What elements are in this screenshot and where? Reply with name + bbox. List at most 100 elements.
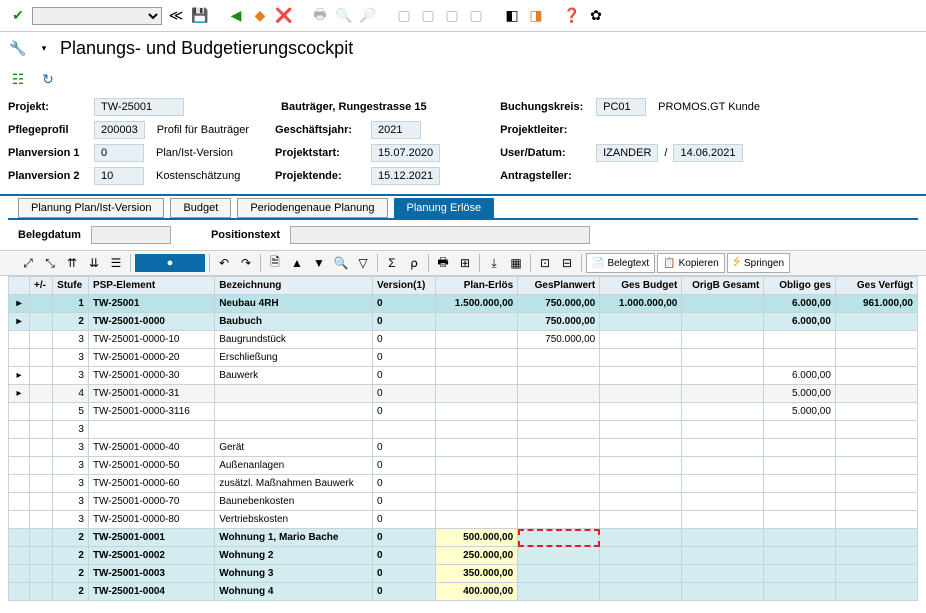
cell-planerloes[interactable]: 250.000,00 (436, 547, 518, 565)
projektstart-value[interactable]: 15.07.2020 (371, 144, 440, 162)
belegdatum-input[interactable] (91, 226, 171, 244)
print-icon[interactable]: 🖶 (310, 6, 330, 26)
find-next-icon[interactable]: 🔎 (358, 6, 378, 26)
table-row[interactable]: 3TW-25001-0000-10Baugrundstück0750.000,0… (9, 331, 918, 349)
datum-value[interactable]: 14.06.2021 (673, 144, 742, 162)
layout-icon[interactable]: ⊡ (535, 253, 555, 273)
cell-exp[interactable]: ▸ (9, 385, 30, 403)
positionstext-input[interactable] (290, 226, 590, 244)
table-row[interactable]: ▸2TW-25001-0000Baubuch0750.000,006.000,0… (9, 313, 918, 331)
cell-planerloes[interactable]: 350.000,00 (436, 565, 518, 583)
find-grid-icon[interactable]: 🔍 (331, 253, 351, 273)
bukrs-value[interactable]: PC01 (596, 98, 646, 116)
table-row[interactable]: 5TW-25001-0000-311605.000,00 (9, 403, 918, 421)
cell-planerloes[interactable] (436, 457, 518, 475)
export-icon[interactable]: ⤓ (484, 253, 504, 273)
cell-planerloes[interactable] (436, 475, 518, 493)
projekt-value[interactable]: TW-25001 (94, 98, 184, 116)
session4-icon[interactable]: ▢ (466, 6, 486, 26)
cell-planerloes[interactable]: 400.000,00 (436, 583, 518, 601)
table-row[interactable]: 3TW-25001-0000-40Gerät0 (9, 439, 918, 457)
cell-planerloes[interactable] (436, 331, 518, 349)
cell-planerloes[interactable] (436, 349, 518, 367)
col-gesbudget[interactable]: Ges Budget (600, 277, 682, 295)
undo-icon[interactable]: ↶ (214, 253, 234, 273)
pflegeprofil-value[interactable]: 200003 (94, 121, 145, 139)
col-origb[interactable]: OrigB Gesamt (682, 277, 764, 295)
table-row[interactable]: 2TW-25001-0002Wohnung 20250.000,00 (9, 547, 918, 565)
print-grid-icon[interactable]: 🖶 (433, 253, 453, 273)
object-icon[interactable]: 🔧 (8, 39, 28, 59)
cell-planerloes[interactable] (436, 313, 518, 331)
filter-icon[interactable]: ▽ (353, 253, 373, 273)
save-icon[interactable]: 💾 (190, 6, 210, 26)
cell-exp[interactable]: ▸ (9, 313, 30, 331)
find-icon[interactable]: 🔍 (334, 6, 354, 26)
table-row[interactable]: 3TW-25001-0000-70Baunebenkosten0 (9, 493, 918, 511)
table-row[interactable]: 3TW-25001-0000-60zusätzl. Maßnahmen Bauw… (9, 475, 918, 493)
col-pm[interactable]: +/- (30, 277, 53, 295)
col-expand[interactable] (9, 277, 30, 295)
cell-planerloes[interactable] (436, 403, 518, 421)
col-bez[interactable]: Bezeichnung (215, 277, 373, 295)
table-row[interactable]: 2TW-25001-0004Wohnung 40400.000,00 (9, 583, 918, 601)
springen-button[interactable]: ⭍Springen (727, 253, 790, 273)
table-row[interactable]: 2TW-25001-0003Wohnung 30350.000,00 (9, 565, 918, 583)
redo-icon[interactable]: ↷ (236, 253, 256, 273)
sum-icon[interactable]: Σ (382, 253, 402, 273)
cancel-icon[interactable]: ❌ (274, 6, 294, 26)
table-row[interactable]: 3TW-25001-0000-80Vertriebskosten0 (9, 511, 918, 529)
tree-ctrl2-icon[interactable]: ⇊ (84, 253, 104, 273)
record-indicator[interactable]: ● (135, 254, 205, 272)
col-version[interactable]: Version(1) (373, 277, 436, 295)
cell-exp[interactable]: ▸ (9, 367, 30, 385)
cell-planerloes[interactable] (436, 439, 518, 457)
help-icon[interactable]: ❓ (562, 6, 582, 26)
settings-icon[interactable]: ✿ (586, 6, 606, 26)
back-icon[interactable]: ≪ (166, 6, 186, 26)
cell-planerloes[interactable] (436, 421, 518, 439)
shortcut2-icon[interactable]: ◨ (526, 6, 546, 26)
cell-planerloes[interactable] (436, 367, 518, 385)
refresh-icon[interactable]: ↻ (38, 69, 58, 89)
planversion2-value[interactable]: 10 (94, 167, 144, 185)
sort-desc-icon[interactable]: ▼ (309, 253, 329, 273)
session1-icon[interactable]: ▢ (394, 6, 414, 26)
col-gesplanwert[interactable]: GesPlanwert (518, 277, 600, 295)
cell-planerloes[interactable]: 1.500.000,00 (436, 295, 518, 313)
tab-plan-ist[interactable]: Planung Plan/Ist-Version (18, 198, 164, 218)
col-psp[interactable]: PSP-Element (88, 277, 214, 295)
planversion1-value[interactable]: 0 (94, 144, 144, 162)
sort-asc-icon[interactable]: ▲ (287, 253, 307, 273)
dropdown-icon[interactable]: ▾ (34, 39, 54, 59)
table-row[interactable]: 3TW-25001-0000-50Außenanlagen0 (9, 457, 918, 475)
col-stufe[interactable]: Stufe (53, 277, 89, 295)
col-planerloes[interactable]: Plan-Erlös (436, 277, 518, 295)
view-icon[interactable]: ⊞ (455, 253, 475, 273)
session2-icon[interactable]: ▢ (418, 6, 438, 26)
nav-back-icon[interactable]: ◀ (226, 6, 246, 26)
user-value[interactable]: IZANDER (596, 144, 658, 162)
cell-planerloes[interactable] (436, 493, 518, 511)
table-row[interactable]: 3 (9, 421, 918, 439)
table-row[interactable]: ▸1TW-25001Neubau 4RH01.500.000,00750.000… (9, 295, 918, 313)
expand-all-icon[interactable]: ⤢ (18, 253, 38, 273)
belegtext-button[interactable]: 📄Belegtext (586, 253, 655, 273)
hierarchy-icon[interactable]: ☷ (8, 69, 28, 89)
excel-icon[interactable]: ▦ (506, 253, 526, 273)
collapse-all-icon[interactable]: ⤡ (40, 253, 60, 273)
cell-planerloes[interactable] (436, 511, 518, 529)
table-row[interactable]: 2TW-25001-0001Wohnung 1, Mario Bache0500… (9, 529, 918, 547)
tab-perioden[interactable]: Periodengenaue Planung (237, 198, 387, 218)
subtotal-icon[interactable]: ⍴ (404, 253, 424, 273)
kopieren-button[interactable]: 📋Kopieren (657, 253, 724, 273)
projektende-value[interactable]: 15.12.2021 (371, 167, 440, 185)
layout2-icon[interactable]: ⊟ (557, 253, 577, 273)
tree-ctrl1-icon[interactable]: ⇈ (62, 253, 82, 273)
cell-exp[interactable]: ▸ (9, 295, 30, 313)
transaction-select[interactable] (32, 7, 162, 25)
session3-icon[interactable]: ▢ (442, 6, 462, 26)
col-obligo[interactable]: Obligo ges (764, 277, 836, 295)
gj-value[interactable]: 2021 (371, 121, 421, 139)
table-row[interactable]: 3TW-25001-0000-20Erschließung0 (9, 349, 918, 367)
